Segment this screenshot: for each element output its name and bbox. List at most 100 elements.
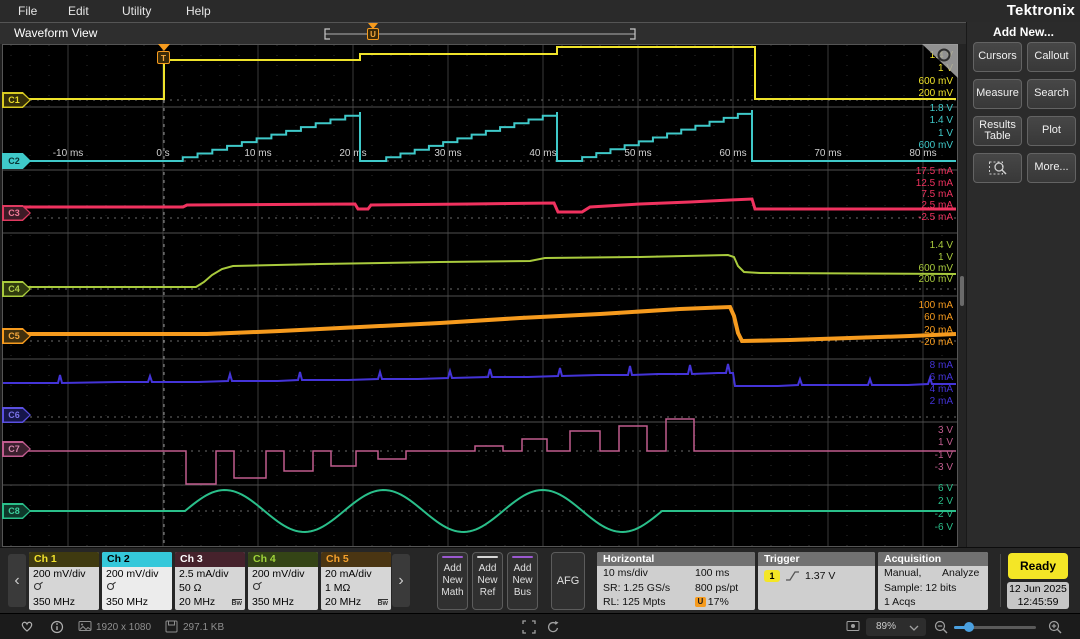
fullscreen-icon[interactable] [522, 620, 536, 634]
zoom-out-icon[interactable] [934, 620, 949, 635]
scale-label-C4: 1 V [938, 252, 953, 263]
more-button[interactable]: More... [1027, 153, 1076, 183]
acquisition-panel[interactable]: Acquisition Manual,Analyze Sample: 12 bi… [878, 552, 988, 610]
channel-tag-label: C3 [2, 205, 26, 221]
scale-label-C3: 7.5 mA [921, 189, 953, 200]
afg-button[interactable]: AFG [551, 552, 585, 610]
channel-badge-ch-1[interactable]: Ch 1200 mV/div350 MHz [29, 552, 99, 610]
add-new-ref-button[interactable]: AddNewRef [472, 552, 503, 610]
channel-probe [106, 581, 168, 595]
channel-bandwidth: 350 MHz [106, 595, 168, 609]
image-resolution-label: 1920 x 1080 [96, 622, 151, 633]
trace-C7[interactable] [2, 419, 956, 484]
channel-tag-label: C1 [2, 92, 26, 108]
divider [1000, 554, 1001, 607]
time-axis-label: 40 ms [529, 148, 556, 159]
probe-icon [33, 581, 44, 591]
menu-utility[interactable]: Utility [112, 0, 161, 22]
trace-C2[interactable] [2, 110, 956, 161]
acquisition-analyze: Analyze [942, 566, 979, 581]
scale-label-C3: 12.5 mA [916, 178, 954, 189]
waveform-scrollbar[interactable] [958, 44, 966, 547]
info-icon[interactable] [50, 620, 64, 634]
menu-edit[interactable]: Edit [58, 0, 99, 22]
channel-scale: 200 mV/div [106, 567, 168, 581]
search-button[interactable]: Search [1027, 79, 1076, 109]
scale-label-C5: 100 mA [919, 300, 954, 311]
datetime-display: 12 Jun 2025 12:45:59 [1007, 582, 1069, 609]
favorite-heart-icon[interactable] [20, 620, 34, 633]
scale-label-C6: 4 mA [930, 384, 954, 395]
acquisition-mode: Manual, [884, 566, 942, 581]
probe-icon [106, 581, 117, 591]
button-accent-stripe [442, 556, 463, 558]
channel-scale: 20 mA/div [325, 567, 387, 581]
callout-button[interactable]: Callout [1027, 42, 1076, 72]
time-label: 12:45:59 [1007, 596, 1069, 609]
scale-label-C2: 600 mV [919, 140, 954, 151]
zoom-in-icon[interactable] [1048, 620, 1063, 635]
scale-label-C2: 1 V [938, 128, 953, 139]
trigger-marker[interactable]: T [157, 51, 170, 64]
channel-badge-ch-5[interactable]: Ch 520 mA/div1 MΩ20 MHzBw [321, 552, 391, 610]
scale-label-C4: 600 mV [919, 263, 954, 274]
channel-impedance: 50 Ω [179, 581, 241, 595]
results-table-button[interactable]: Results Table [973, 116, 1022, 146]
trigger-arrow-icon [158, 44, 170, 51]
sample-interval: 800 ps/pt [695, 581, 738, 596]
scale-label-C1: 600 mV [919, 76, 954, 87]
zoom-slider-thumb[interactable] [964, 622, 974, 632]
trace-C6[interactable] [2, 364, 956, 386]
scale-label-C7: -3 V [935, 462, 954, 473]
add-new-header: Add New... [967, 25, 1080, 39]
scale-label-C3: 17.5 mA [916, 166, 954, 177]
scale-label-C1: 200 mV [919, 88, 954, 99]
minimap-trigger-marker[interactable]: U [367, 28, 379, 40]
image-view-icon[interactable] [846, 620, 860, 632]
channel-badge-ch-4[interactable]: Ch 4200 mV/div350 MHz [248, 552, 318, 610]
trigger-panel-title: Trigger [758, 552, 875, 566]
measure-button[interactable]: Measure [973, 79, 1022, 109]
bottom-control-bar: ‹ Ch 1200 mV/div350 MHzCh 2200 mV/div350… [0, 547, 1080, 613]
acquisition-minimap[interactable] [0, 23, 966, 44]
cursors-button[interactable]: Cursors [973, 42, 1022, 72]
scale-label-C6: 8 mA [930, 360, 954, 371]
trigger-panel[interactable]: Trigger 11.37 V [758, 552, 875, 610]
zoom-area-button[interactable] [973, 153, 1022, 183]
status-bar: 1920 x 1080 297.1 KB 89% [0, 613, 1080, 639]
badge-scroll-left-button[interactable]: ‹ [8, 554, 26, 607]
plot-button[interactable]: Plot [1027, 116, 1076, 146]
channel-scale: 2.5 mA/div [179, 567, 241, 581]
time-axis-label: 0 s [156, 148, 169, 159]
waveform-plot[interactable]: -10 ms0 s10 ms20 ms30 ms40 ms50 ms60 ms7… [2, 44, 958, 547]
trace-C5[interactable] [2, 307, 956, 341]
channel-tag-label: C8 [2, 503, 26, 519]
scale-label-C6: 2 mA [930, 396, 954, 407]
channel-badge-ch-2[interactable]: Ch 2200 mV/div350 MHz [102, 552, 172, 610]
scrollbar-grip[interactable] [960, 276, 964, 306]
rising-edge-icon [785, 570, 800, 582]
zoom-percent-dropdown[interactable]: 89% [866, 618, 926, 636]
add-new-bus-button[interactable]: AddNewBus [507, 552, 538, 610]
add-new-math-button[interactable]: AddNewMath [437, 552, 468, 610]
channel-badge-ch-3[interactable]: Ch 32.5 mA/div50 Ω20 MHzBw [175, 552, 245, 610]
menu-help[interactable]: Help [176, 0, 221, 22]
trace-C1[interactable] [2, 47, 956, 99]
channel-probe [252, 581, 314, 595]
probe-icon [252, 581, 263, 591]
time-axis-label: -10 ms [53, 148, 84, 159]
ready-status-button[interactable]: Ready [1008, 553, 1068, 579]
horizontal-panel[interactable]: Horizontal 10 ms/div100 ms SR: 1.25 GS/s… [597, 552, 755, 610]
image-dimensions-icon [78, 620, 92, 632]
badge-scroll-right-button[interactable]: › [392, 554, 410, 607]
channel-scale: 200 mV/div [252, 567, 314, 581]
trace-C4[interactable] [2, 255, 956, 287]
menu-file[interactable]: File [8, 0, 47, 22]
zoom-percent-value: 89% [876, 621, 896, 632]
channel-tag-label: C6 [2, 407, 26, 423]
rotate-icon[interactable] [546, 620, 560, 634]
time-axis-label: 60 ms [719, 148, 746, 159]
trace-C3[interactable] [2, 199, 956, 212]
record-length: RL: 125 Mpts [603, 595, 695, 610]
scale-label-C8: 6 V [938, 483, 953, 494]
